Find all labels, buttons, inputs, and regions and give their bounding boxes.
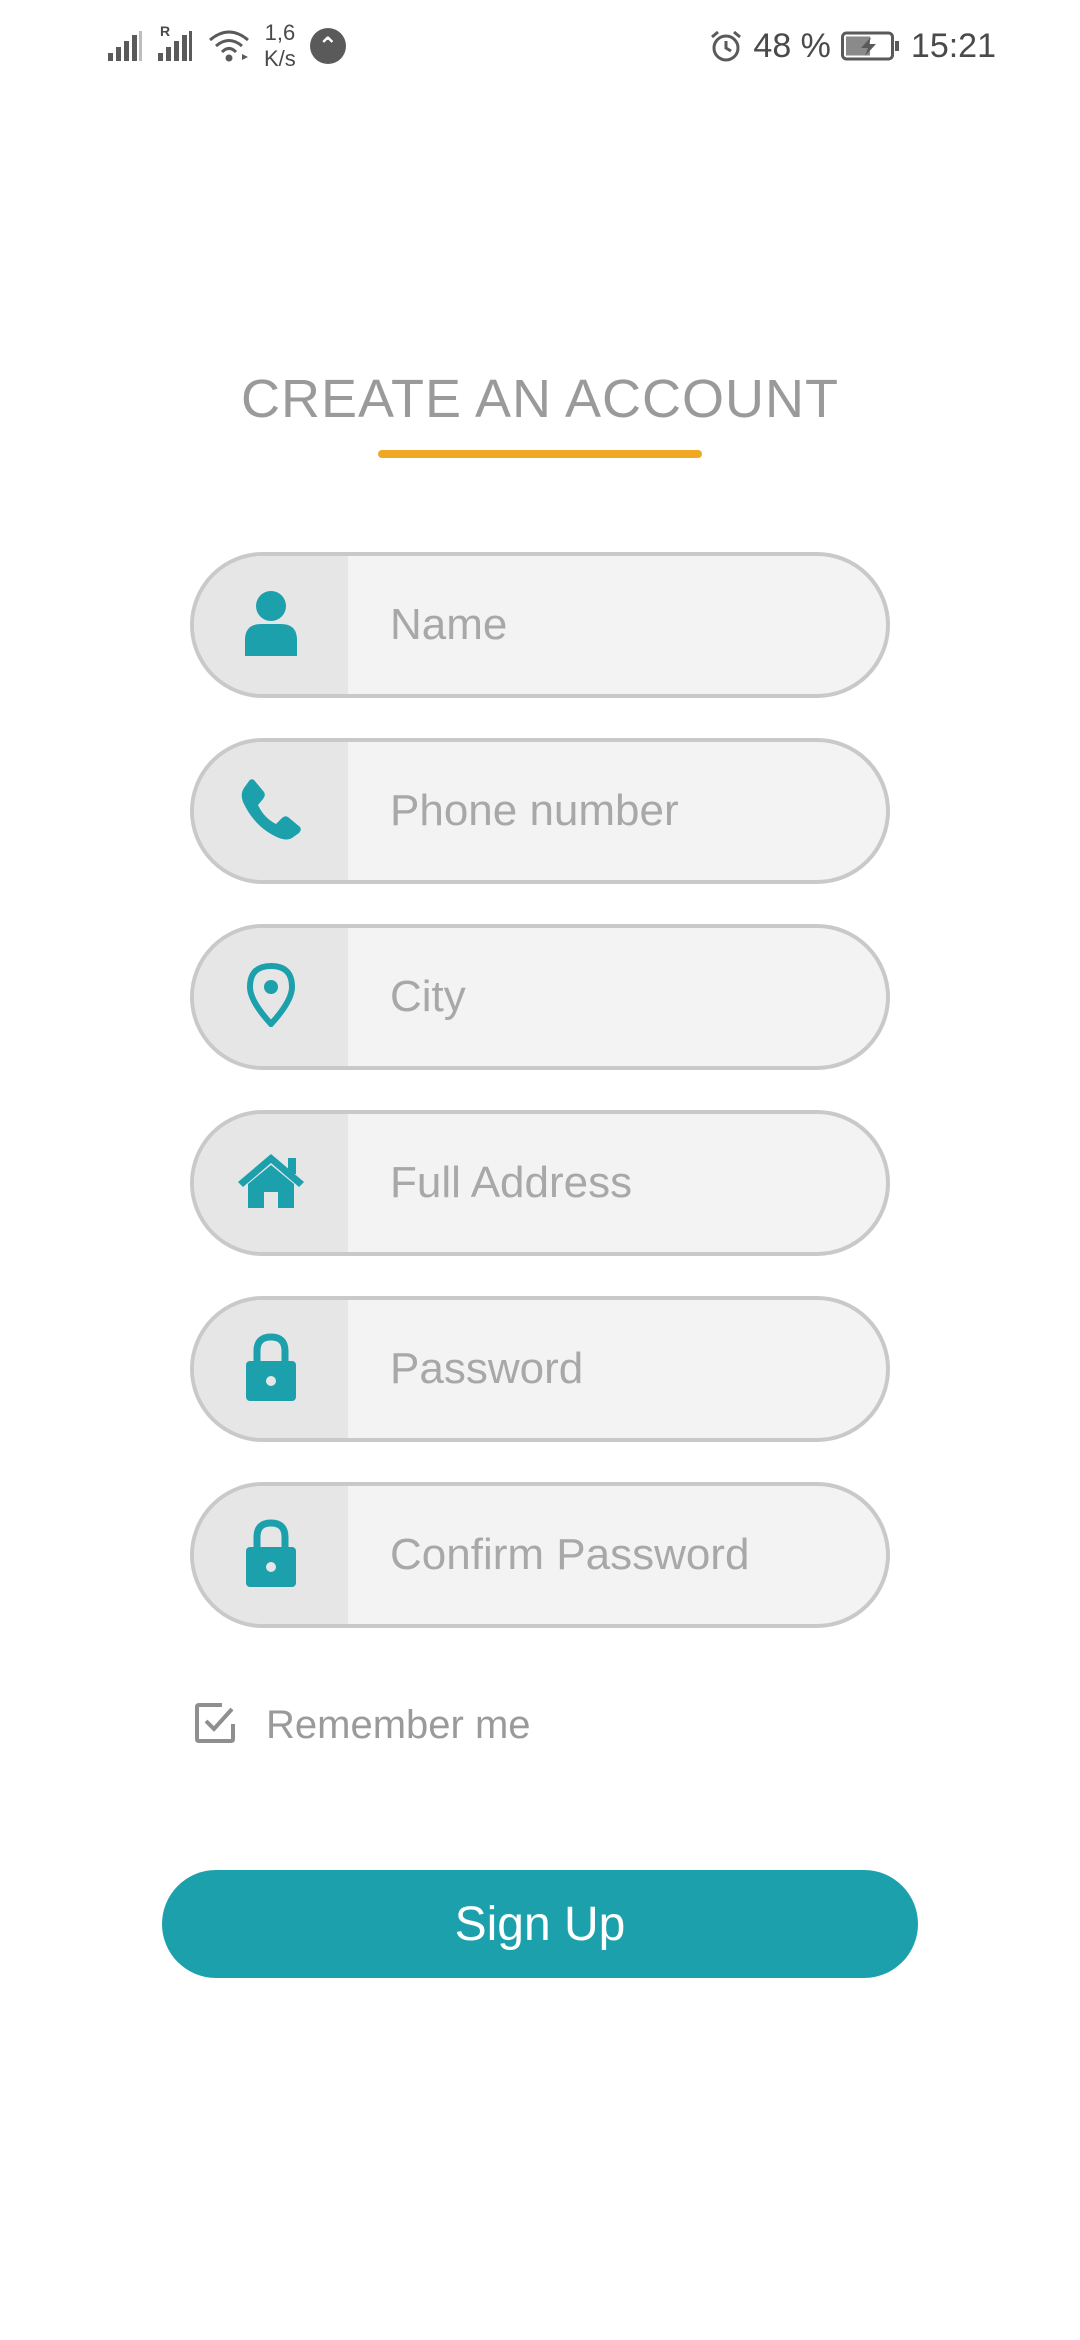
name-input[interactable] xyxy=(348,556,886,694)
net-speed-value: 1,6 xyxy=(264,20,296,45)
status-bar-left: R 1,6 K/s ⌃ xyxy=(108,18,346,74)
name-field[interactable] xyxy=(190,552,890,698)
confirm-password-field[interactable] xyxy=(190,1482,890,1628)
person-icon xyxy=(243,590,299,661)
status-bar-right: 48 % 15:21 xyxy=(709,18,996,74)
phone-input[interactable] xyxy=(348,742,886,880)
roaming-label: R xyxy=(160,23,171,39)
battery-percent: 48 % xyxy=(753,26,831,65)
alarm-icon xyxy=(709,29,743,63)
net-speed-unit: K/s xyxy=(264,46,296,71)
phone-icon xyxy=(240,778,302,845)
city-input[interactable] xyxy=(348,928,886,1066)
address-field[interactable] xyxy=(190,1110,890,1256)
address-field-icon-cell xyxy=(194,1114,348,1252)
signal-roaming-icon: R xyxy=(158,23,194,61)
title-underline xyxy=(378,450,702,458)
phone-field-icon-cell xyxy=(194,742,348,880)
clock: 15:21 xyxy=(910,26,996,65)
sign-up-button[interactable]: Sign Up xyxy=(162,1870,918,1978)
lock-icon xyxy=(245,1332,297,1406)
network-speed: 1,6 K/s xyxy=(264,20,296,72)
location-pin-icon xyxy=(246,962,296,1032)
city-field[interactable] xyxy=(190,924,890,1070)
name-field-icon-cell xyxy=(194,556,348,694)
confirm-password-input[interactable] xyxy=(348,1486,886,1624)
lock-icon xyxy=(245,1518,297,1592)
battery-charging-icon xyxy=(840,31,901,61)
signal-icon xyxy=(108,31,144,61)
password-field[interactable] xyxy=(190,1296,890,1442)
phone-field[interactable] xyxy=(190,738,890,884)
vpn-icon: ⌃ xyxy=(309,28,346,64)
status-bar: R 1,6 K/s ⌃ 48 % 15:21 xyxy=(0,0,1080,86)
wifi-icon xyxy=(208,30,250,62)
remember-me-checkbox[interactable] xyxy=(194,1702,236,1749)
home-icon xyxy=(236,1152,306,1215)
password-field-icon-cell xyxy=(194,1300,348,1438)
page-title: CREATE AN ACCOUNT xyxy=(240,369,840,429)
confirm-password-field-icon-cell xyxy=(194,1486,348,1624)
city-field-icon-cell xyxy=(194,928,348,1066)
password-input[interactable] xyxy=(348,1300,886,1438)
remember-me-row[interactable]: Remember me xyxy=(194,1700,531,1750)
remember-me-label: Remember me xyxy=(266,1702,531,1747)
address-input[interactable] xyxy=(348,1114,886,1252)
